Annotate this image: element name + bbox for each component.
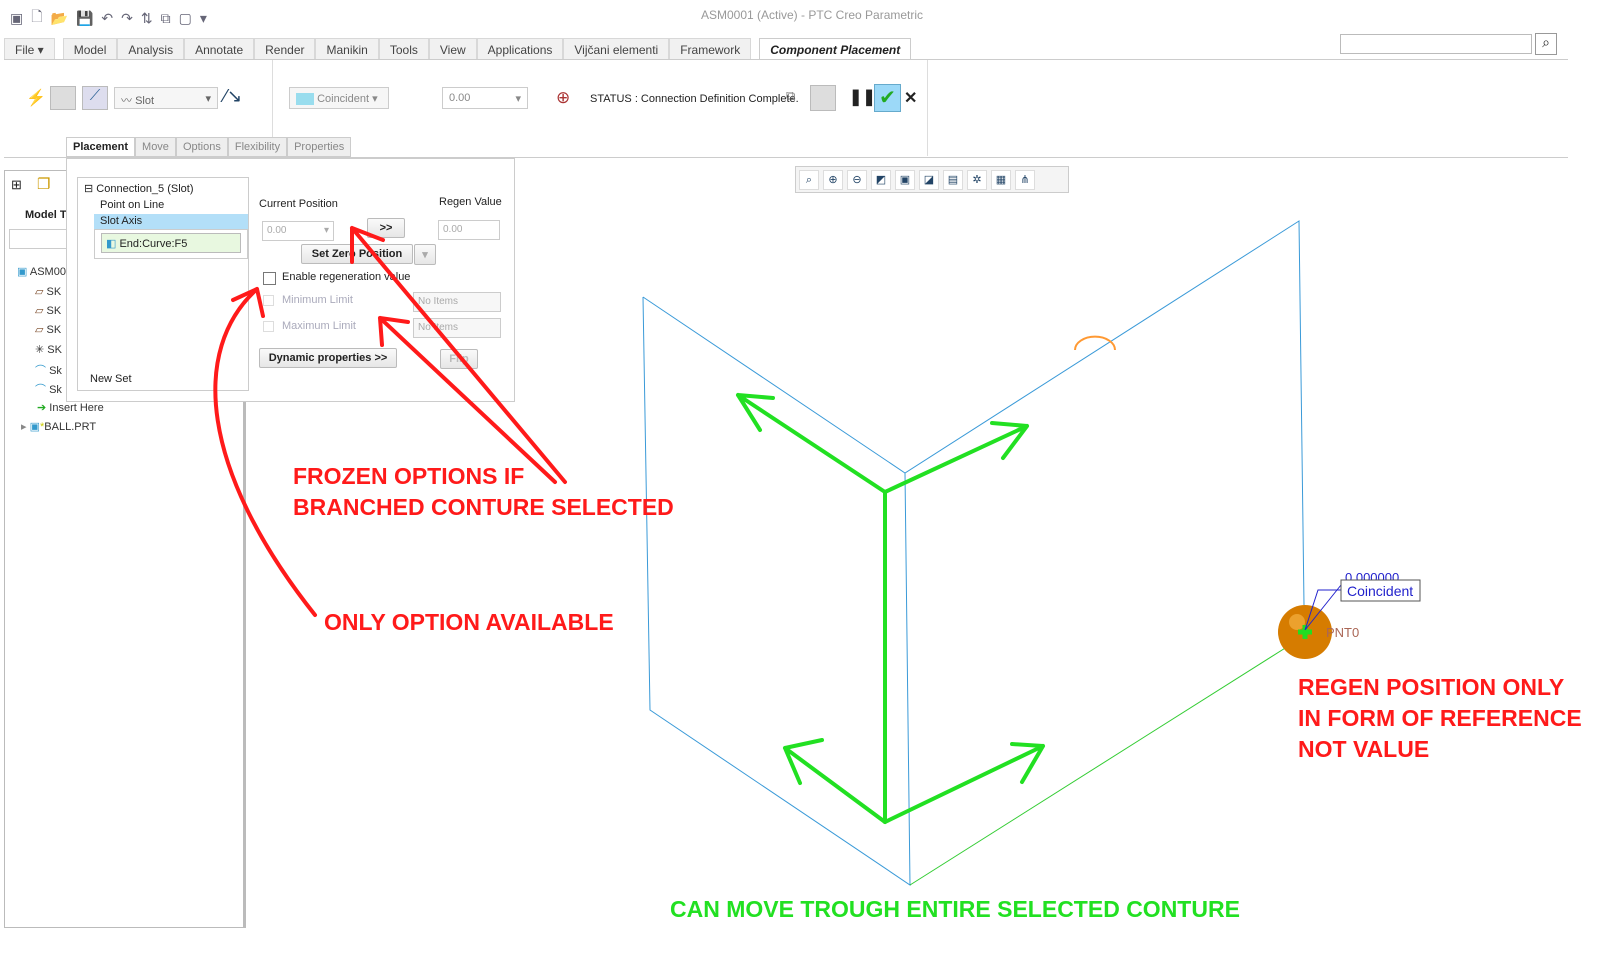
graphics-viewport[interactable]: 0.000000 Coincident PNT0 (0, 0, 1624, 965)
annotation-frozen-options: FROZEN OPTIONS IF BRANCHED CONTURE SELECT… (293, 463, 674, 520)
curve-edge (642, 220, 1305, 606)
constraint-label: Coincident (1347, 583, 1413, 599)
arrow-frozen-1 (350, 226, 567, 484)
movement-arrows (736, 393, 1045, 824)
dragger-icon (1074, 335, 1116, 351)
annotation-only-option: ONLY OPTION AVAILABLE (324, 609, 614, 635)
curve-edge (642, 296, 911, 886)
annotation-arrows (213, 226, 567, 617)
annotation-can-move: CAN MOVE TROUGH ENTIRE SELECTED CONTURE (670, 896, 1240, 922)
annotation-regen-position: REGEN POSITION ONLY IN FORM OF REFERENCE N… (1298, 674, 1582, 762)
arrow-frozen-2 (378, 316, 557, 484)
arrow-only-option (213, 287, 317, 617)
model-edges (642, 220, 1305, 886)
point-label: PNT0 (1326, 625, 1359, 640)
slot-path-edge (909, 644, 1291, 886)
arrow-top (736, 393, 1029, 824)
arrow-bottom (783, 738, 1045, 824)
